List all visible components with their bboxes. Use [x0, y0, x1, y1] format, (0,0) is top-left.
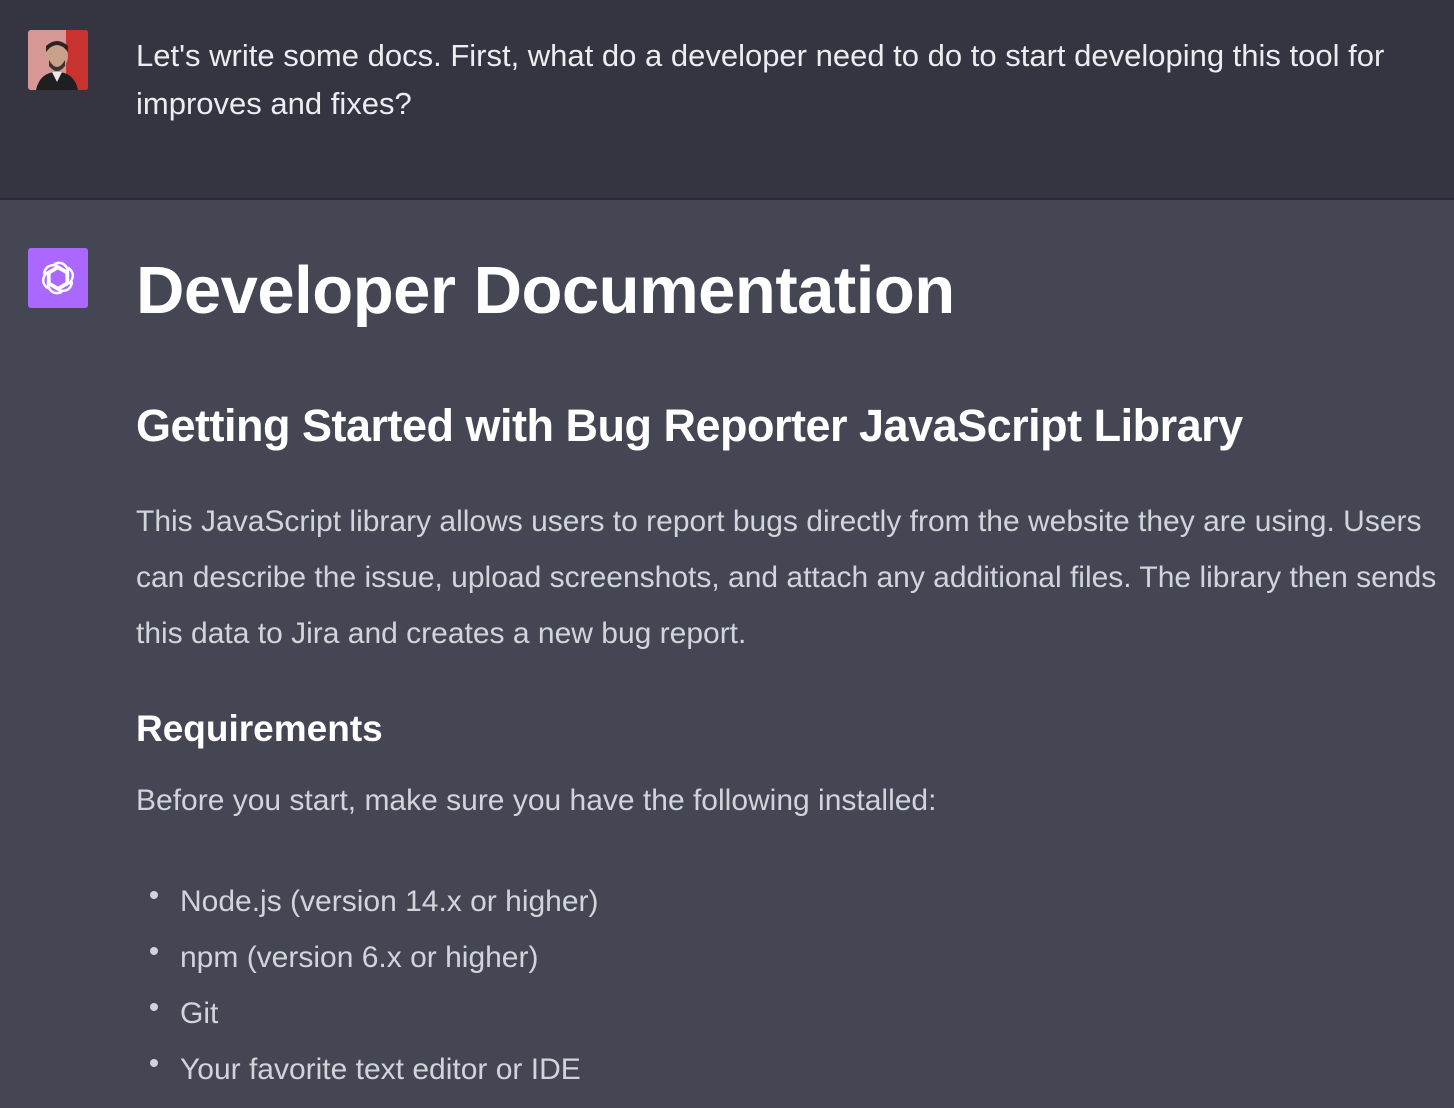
- bullet-icon: [150, 1059, 158, 1067]
- list-item: npm (version 6.x or higher): [136, 930, 599, 986]
- user-avatar: [28, 30, 88, 90]
- user-message-text: Let's write some docs. First, what do a …: [136, 38, 1385, 121]
- doc-subtitle: Getting Started with Bug Reporter JavaSc…: [136, 400, 1243, 451]
- list-item-label: Your favorite text editor or IDE: [180, 1053, 581, 1086]
- list-item: Your favorite text editor or IDE: [136, 1042, 599, 1098]
- openai-logo-icon: [41, 261, 75, 295]
- bullet-icon: [150, 891, 158, 899]
- requirements-heading: Requirements: [136, 708, 383, 749]
- assistant-message-row: Developer Documentation Getting Started …: [0, 200, 1454, 1108]
- requirements-intro: Before you start, make sure you have the…: [136, 784, 937, 817]
- assistant-avatar: [28, 248, 88, 308]
- list-item-label: npm (version 6.x or higher): [180, 941, 539, 974]
- bullet-icon: [150, 947, 158, 955]
- user-avatar-photo: [28, 30, 88, 90]
- list-item: Git: [136, 986, 599, 1042]
- user-message-row: Let's write some docs. First, what do a …: [0, 0, 1454, 200]
- list-item: Node.js (version 14.x or higher): [136, 874, 599, 930]
- bullet-icon: [150, 1003, 158, 1011]
- doc-intro-paragraph: This JavaScript library allows users to …: [136, 505, 1437, 650]
- doc-title: Developer Documentation: [136, 253, 955, 328]
- list-item-label: Git: [180, 997, 219, 1030]
- requirements-list: Node.js (version 14.x or higher) npm (ve…: [136, 874, 599, 1098]
- list-item-label: Node.js (version 14.x or higher): [180, 885, 599, 918]
